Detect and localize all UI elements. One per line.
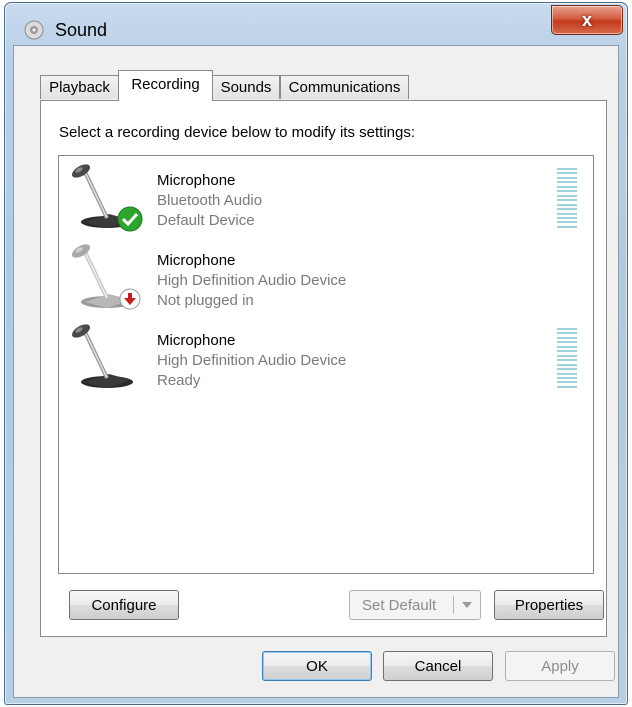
level-meter: [557, 328, 577, 388]
device-status: Not plugged in: [157, 292, 254, 309]
red-down-arrow-icon: [119, 288, 141, 310]
recording-device-list[interactable]: Microphone Bluetooth Audio Default Devic…: [58, 155, 594, 574]
sound-dialog-window: Sound x Playback Recording Sounds Commun…: [4, 2, 628, 705]
device-item[interactable]: Microphone Bluetooth Audio Default Devic…: [59, 156, 593, 236]
device-name: Microphone: [157, 332, 236, 349]
apply-button[interactable]: Apply: [505, 651, 615, 681]
tab-communications[interactable]: Communications: [280, 75, 409, 99]
set-default-button[interactable]: Set Default: [349, 590, 481, 620]
device-description: Bluetooth Audio: [157, 192, 263, 209]
microphone-icon: [71, 324, 133, 388]
device-status: Default Device: [157, 212, 255, 229]
device-item[interactable]: Microphone High Definition Audio Device …: [59, 236, 593, 316]
device-description: High Definition Audio Device: [157, 272, 347, 289]
device-description: High Definition Audio Device: [157, 352, 347, 369]
window-title: Sound: [55, 20, 108, 40]
instruction-text: Select a recording device below to modif…: [59, 124, 416, 141]
tab-playback[interactable]: Playback: [40, 75, 119, 99]
device-item[interactable]: Microphone High Definition Audio Device …: [59, 316, 593, 396]
cancel-button[interactable]: Cancel: [383, 651, 493, 681]
close-button[interactable]: x: [551, 5, 623, 35]
tab-sounds[interactable]: Sounds: [212, 75, 280, 99]
device-status: Ready: [157, 372, 201, 389]
ok-button[interactable]: OK: [262, 651, 372, 681]
chevron-down-icon[interactable]: [462, 602, 472, 608]
split-separator: [453, 596, 454, 614]
dialog-client-area: Playback Recording Sounds Communications…: [13, 45, 619, 698]
title-bar[interactable]: Sound x: [5, 3, 627, 45]
level-meter: [557, 168, 577, 228]
close-icon: x: [581, 9, 592, 30]
set-default-label: Set Default: [362, 596, 437, 614]
recording-tab-panel: Select a recording device below to modif…: [40, 100, 607, 637]
tab-recording[interactable]: Recording: [118, 70, 213, 101]
device-name: Microphone: [157, 172, 236, 189]
configure-button[interactable]: Configure: [69, 590, 179, 620]
device-name: Microphone: [157, 252, 236, 269]
green-check-icon: [117, 206, 143, 232]
properties-button[interactable]: Properties: [494, 590, 604, 620]
speaker-icon: [24, 20, 44, 40]
